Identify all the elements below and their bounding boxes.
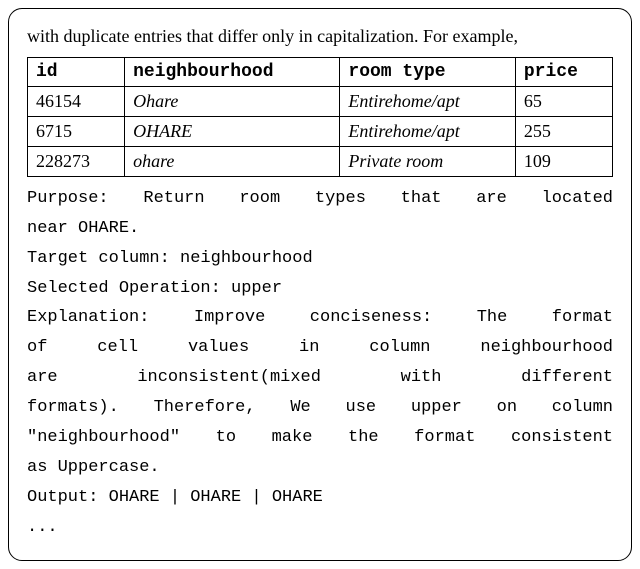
target-column: Target column: neighbourhood — [27, 245, 613, 274]
col-id: id — [28, 57, 125, 86]
cell-id: 6715 — [28, 116, 125, 146]
purpose-line-1: Purpose: Return room types that are loca… — [27, 185, 613, 214]
cell-neighbourhood: Ohare — [125, 86, 340, 116]
example-box: with duplicate entries that differ only … — [8, 8, 632, 561]
explanation-line-2: of cell values in column neighbourhood — [27, 334, 613, 363]
explanation-line-3: are inconsistent(mixed with different — [27, 364, 613, 393]
explanation-line-1: Explanation: Improve conciseness: The fo… — [27, 304, 613, 333]
ellipsis: ... — [27, 514, 613, 543]
cell-price: 65 — [515, 86, 612, 116]
cell-id: 46154 — [28, 86, 125, 116]
table-header-row: id neighbourhood room type price — [28, 57, 613, 86]
table-row: 228273 ohare Private room 109 — [28, 146, 613, 176]
cell-price: 255 — [515, 116, 612, 146]
cell-room-type: Private room — [340, 146, 515, 176]
cell-price: 109 — [515, 146, 612, 176]
explanation-line-6: as Uppercase. — [27, 454, 613, 483]
cell-room-type: Entirehome/apt — [340, 116, 515, 146]
explanation-line-5: "neighbourhood" to make the format consi… — [27, 424, 613, 453]
col-room-type: room type — [340, 57, 515, 86]
intro-text: with duplicate entries that differ only … — [27, 23, 613, 51]
col-neighbourhood: neighbourhood — [125, 57, 340, 86]
output-line: Output: OHARE | OHARE | OHARE — [27, 484, 613, 513]
cell-neighbourhood: ohare — [125, 146, 340, 176]
table-row: 6715 OHARE Entirehome/apt 255 — [28, 116, 613, 146]
col-price: price — [515, 57, 612, 86]
table-row: 46154 Ohare Entirehome/apt 65 — [28, 86, 613, 116]
cell-id: 228273 — [28, 146, 125, 176]
cell-neighbourhood: OHARE — [125, 116, 340, 146]
cell-room-type: Entirehome/apt — [340, 86, 515, 116]
data-table: id neighbourhood room type price 46154 O… — [27, 57, 613, 177]
purpose-line-2: near OHARE. — [27, 215, 613, 244]
selected-operation: Selected Operation: upper — [27, 275, 613, 304]
explanation-line-4: formats). Therefore, We use upper on col… — [27, 394, 613, 423]
